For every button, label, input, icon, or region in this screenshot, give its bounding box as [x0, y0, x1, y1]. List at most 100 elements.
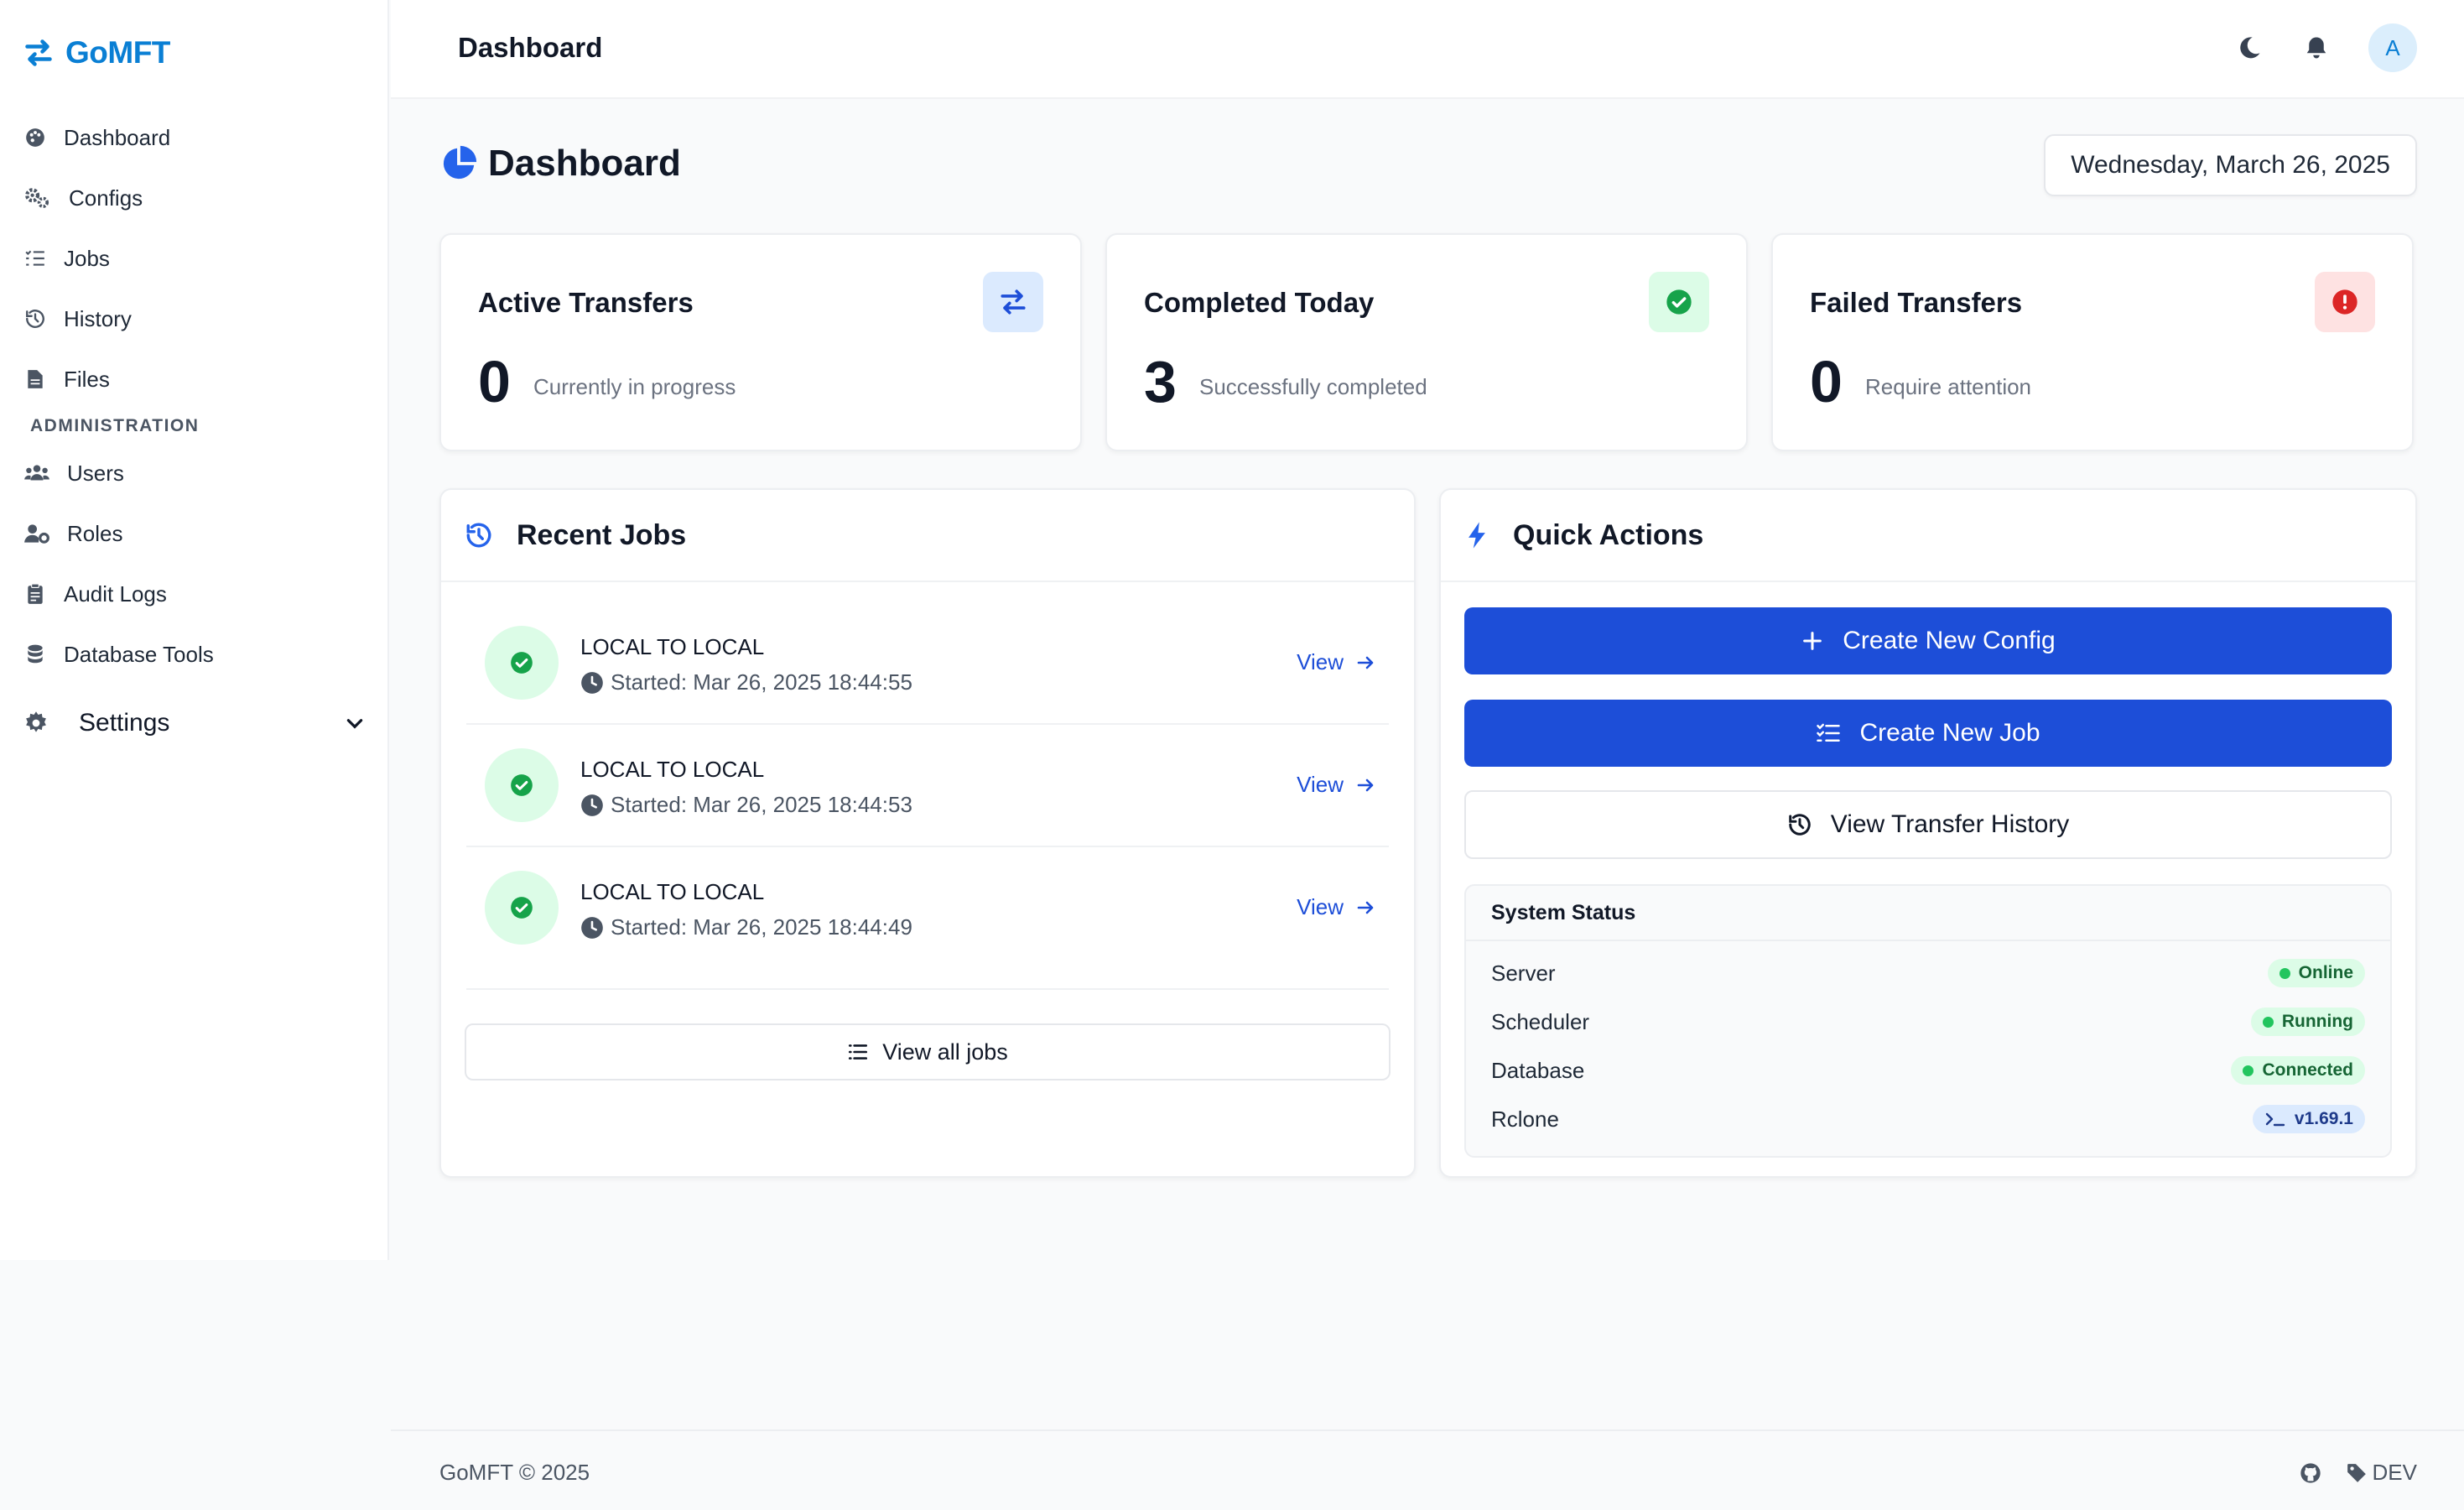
env-badge: DEV — [2346, 1460, 2417, 1486]
sidebar-item-label: Jobs — [64, 245, 110, 271]
chevron-down-icon[interactable] — [344, 712, 366, 734]
history-icon — [465, 521, 493, 549]
job-row: LOCAL TO LOCAL Started: Mar 26, 2025 18:… — [466, 725, 1389, 847]
clock-icon — [580, 794, 604, 817]
job-name: LOCAL TO LOCAL — [580, 634, 765, 659]
sidebar-item-label: Roles — [67, 520, 123, 546]
sidebar-item-label: Files — [64, 366, 110, 392]
github-icon[interactable] — [2299, 1461, 2322, 1485]
view-link-label: View — [1297, 772, 1344, 797]
check-circle-icon — [1649, 272, 1709, 332]
status-badge: Connected — [2231, 1056, 2365, 1085]
system-status-row-rclone: Rclone v1.69.1 — [1491, 1102, 2365, 1136]
header-actions: A — [2234, 23, 2417, 72]
header-title: Dashboard — [458, 32, 603, 63]
sidebar-item-roles[interactable]: Roles — [0, 503, 389, 564]
tasks-icon — [1816, 721, 1841, 746]
view-transfer-history-label: View Transfer History — [1830, 810, 2070, 838]
stat-card-active-transfers: Active Transfers 0 Currently in progress — [439, 233, 1082, 451]
stat-value: 0 — [1810, 349, 1843, 414]
stat-title: Active Transfers — [478, 287, 694, 318]
app-logo[interactable]: GoMFT — [23, 34, 170, 72]
job-name: LOCAL TO LOCAL — [580, 757, 765, 782]
chart-pie-icon — [439, 144, 478, 183]
sidebar-item-users[interactable]: Users — [0, 443, 389, 503]
view-job-link[interactable]: View — [1297, 772, 1375, 798]
view-job-link[interactable]: View — [1297, 649, 1375, 675]
sidebar-item-database-tools[interactable]: Database Tools — [0, 624, 389, 685]
system-status-row-server: Server Online — [1491, 956, 2365, 990]
tag-icon — [2346, 1462, 2368, 1484]
create-new-config-button[interactable]: Create New Config — [1464, 607, 2392, 674]
system-status-box: System Status Server Online Scheduler Ru… — [1464, 884, 2392, 1158]
stat-card-failed-transfers: Failed Transfers 0 Require attention — [1771, 233, 2414, 451]
create-new-config-label: Create New Config — [1843, 627, 2056, 654]
bell-icon[interactable] — [2301, 33, 2331, 63]
sidebar-item-label: Settings — [79, 709, 170, 737]
stat-title: Failed Transfers — [1810, 287, 2023, 318]
sidebar: GoMFT Dashboard Configs Jobs History Fil… — [0, 0, 389, 1260]
top-header: Dashboard A — [391, 0, 2464, 99]
sidebar-item-label: Database Tools — [64, 641, 214, 667]
sidebar-item-audit-logs[interactable]: Audit Logs — [0, 564, 389, 624]
status-dot — [2279, 967, 2290, 979]
footer-copyright: GoMFT © 2025 — [439, 1460, 590, 1485]
footer: GoMFT © 2025 DEV — [391, 1429, 2464, 1510]
clock-icon — [580, 671, 604, 695]
sidebar-item-dashboard[interactable]: Dashboard — [0, 107, 389, 168]
view-all-jobs-button[interactable]: View all jobs — [465, 1023, 1391, 1080]
stat-title: Completed Today — [1144, 287, 1375, 318]
page-title-text: Dashboard — [488, 143, 681, 184]
recent-jobs-header: Recent Jobs — [441, 490, 1414, 582]
check-circle-icon — [485, 748, 559, 822]
job-started: Started: Mar 26, 2025 18:44:53 — [580, 792, 912, 818]
avatar[interactable]: A — [2368, 23, 2417, 72]
create-new-job-button[interactable]: Create New Job — [1464, 700, 2392, 767]
job-started-text: Started: Mar 26, 2025 18:44:49 — [611, 914, 912, 940]
view-all-jobs-label: View all jobs — [882, 1039, 1008, 1065]
stat-subtitle: Currently in progress — [533, 374, 736, 399]
system-status-title: System Status — [1466, 886, 2390, 941]
sidebar-item-settings[interactable]: Settings — [0, 688, 389, 758]
gear-icon — [23, 711, 49, 736]
status-value: Running — [2281, 1012, 2353, 1031]
arrow-right-icon — [1355, 898, 1375, 918]
check-circle-icon — [485, 871, 559, 945]
status-dot — [2262, 1016, 2274, 1028]
job-row: LOCAL TO LOCAL Started: Mar 26, 2025 18:… — [466, 847, 1389, 990]
job-row: LOCAL TO LOCAL Started: Mar 26, 2025 18:… — [466, 602, 1389, 725]
system-status-row-scheduler: Scheduler Running — [1491, 1005, 2365, 1039]
check-circle-icon — [485, 626, 559, 700]
sidebar-item-files[interactable]: Files — [0, 349, 389, 409]
sidebar-item-history[interactable]: History — [0, 289, 389, 349]
bolt-icon — [1464, 521, 1489, 549]
system-status-row-database: Database Connected — [1491, 1054, 2365, 1087]
view-link-label: View — [1297, 649, 1344, 674]
view-transfer-history-button[interactable]: View Transfer History — [1464, 790, 2392, 859]
database-icon — [23, 643, 47, 666]
version-value: v1.69.1 — [2294, 1109, 2353, 1128]
status-badge: Online — [2267, 959, 2365, 987]
sidebar-item-configs[interactable]: Configs — [0, 168, 389, 228]
sidebar-item-jobs[interactable]: Jobs — [0, 228, 389, 289]
history-icon — [23, 307, 47, 331]
stat-card-completed-today: Completed Today 3 Successfully completed — [1105, 233, 1748, 451]
moon-icon[interactable] — [2234, 33, 2264, 63]
env-label: DEV — [2372, 1460, 2417, 1485]
view-link-label: View — [1297, 894, 1344, 919]
sidebar-nav: Dashboard Configs Jobs History Files ADM… — [0, 107, 389, 758]
quick-actions-panel: Quick Actions Create New Config Create N… — [1439, 488, 2417, 1178]
quick-actions-header: Quick Actions — [1441, 490, 2415, 582]
job-started-text: Started: Mar 26, 2025 18:44:53 — [611, 792, 912, 817]
exchange-icon — [23, 38, 54, 68]
sidebar-item-label: Users — [67, 460, 124, 486]
view-job-link[interactable]: View — [1297, 894, 1375, 920]
exchange-icon — [983, 272, 1043, 332]
plus-icon — [1801, 629, 1824, 653]
stat-subtitle: Require attention — [1865, 374, 2032, 399]
history-icon — [1787, 812, 1812, 837]
sidebar-item-label: Audit Logs — [64, 581, 167, 607]
version-badge: v1.69.1 — [2252, 1105, 2365, 1133]
status-dot — [2243, 1065, 2254, 1076]
terminal-icon — [2264, 1110, 2286, 1128]
